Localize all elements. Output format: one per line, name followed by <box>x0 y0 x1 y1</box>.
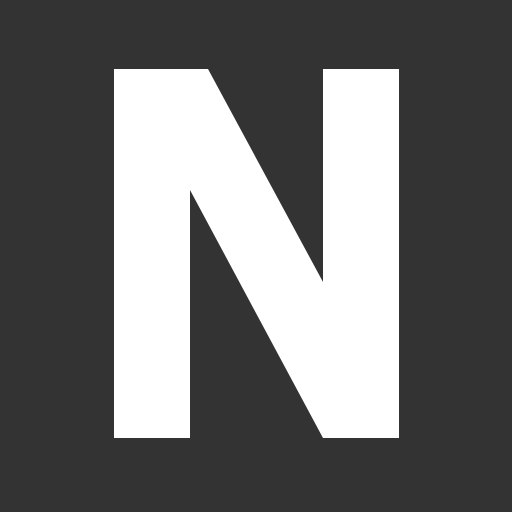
app-icon-tile <box>0 0 512 512</box>
n-letter-logo-icon <box>0 0 512 512</box>
